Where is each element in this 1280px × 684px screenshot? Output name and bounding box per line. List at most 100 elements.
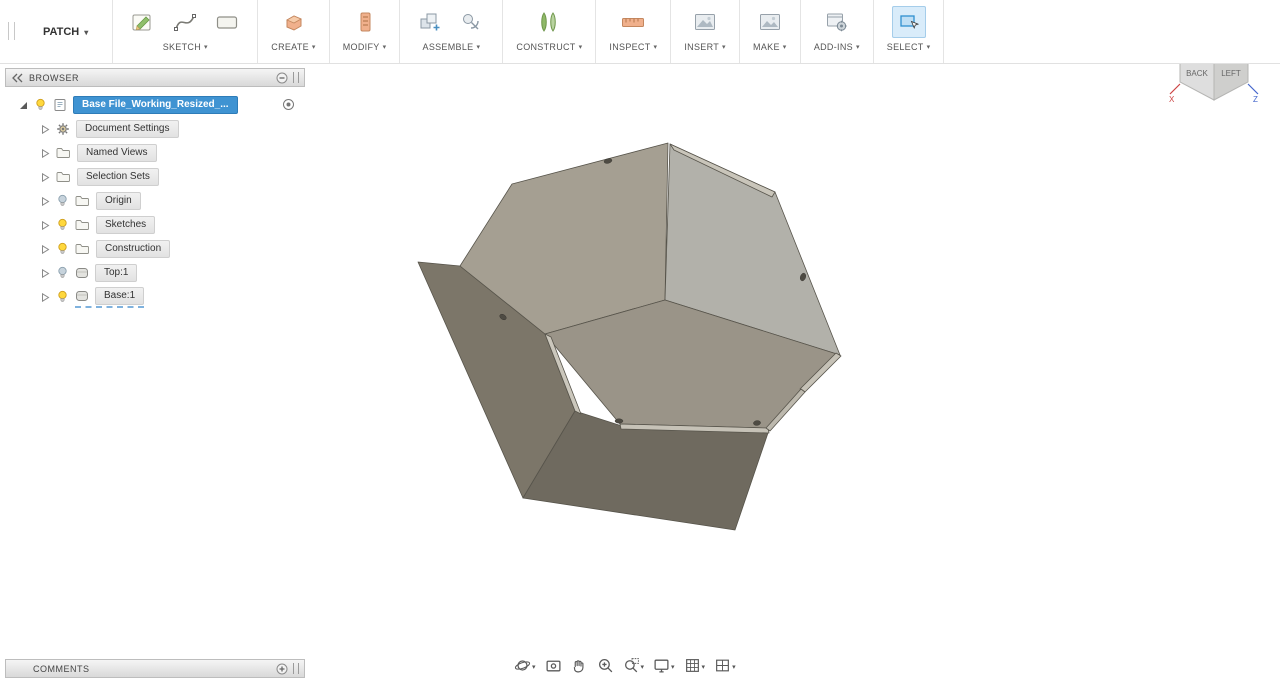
toolbar-group-label-assemble[interactable]: ASSEMBLE <box>423 42 481 52</box>
expand-arrow-icon[interactable] <box>41 221 56 230</box>
add-ins-button[interactable] <box>820 6 854 38</box>
tree-item-label[interactable]: Named Views <box>77 144 157 162</box>
z-axis-line <box>1247 83 1259 95</box>
gear-icon <box>56 122 70 136</box>
expand-arrow-icon[interactable] <box>41 149 56 158</box>
make-button[interactable] <box>753 6 787 38</box>
press-pull-button[interactable] <box>348 6 382 38</box>
chevron-down-icon[interactable] <box>731 656 736 674</box>
comments-header[interactable]: COMMENTS <box>5 659 305 678</box>
spline-icon <box>174 14 197 31</box>
toolbar-group-modify: MODIFY <box>330 0 401 63</box>
tree-row-base-1[interactable]: Base:1 <box>5 285 305 309</box>
dodecahedron-model[interactable] <box>417 142 842 531</box>
make-icon <box>759 14 780 30</box>
toolbar-grip[interactable] <box>8 22 15 40</box>
workspace-selector[interactable]: PATCH <box>21 0 114 63</box>
insert-canvas-button[interactable] <box>688 6 722 38</box>
expand-arrow-icon[interactable] <box>41 269 56 278</box>
activate-component-radio[interactable] <box>282 98 295 116</box>
pan-button[interactable] <box>569 656 590 675</box>
zoom-window-icon <box>624 657 639 672</box>
viewcube-left-label: LEFT <box>1221 69 1241 78</box>
joint-icon <box>463 14 480 30</box>
visibility-bulb-icon[interactable] <box>34 98 47 112</box>
zoom-button[interactable] <box>595 656 616 675</box>
spline-tool-button[interactable] <box>168 6 202 38</box>
tree-item-label[interactable]: Base:1 <box>95 286 145 305</box>
expand-arrow-icon[interactable] <box>41 197 56 206</box>
tree-row-construction[interactable]: Construction <box>5 237 305 261</box>
tree-row-origin[interactable]: Origin <box>5 189 305 213</box>
extrude-icon <box>285 15 302 31</box>
press-pull-icon <box>360 12 371 32</box>
select-button[interactable] <box>891 6 926 38</box>
panel-grip[interactable] <box>293 663 299 674</box>
look-at-button[interactable] <box>543 656 564 675</box>
construct-plane-button[interactable] <box>532 6 566 38</box>
tree-row-selection-sets[interactable]: Selection Sets <box>5 165 305 189</box>
toolbar-group-label-addins[interactable]: ADD-INS <box>814 42 860 52</box>
rectangle-tool-button[interactable] <box>210 6 244 38</box>
folder-icon <box>75 195 90 207</box>
select-icon <box>899 15 919 30</box>
grid-display-button[interactable] <box>682 655 708 675</box>
toolbar-group-create: CREATE <box>258 0 330 63</box>
zoom-window-button[interactable] <box>621 655 647 675</box>
tree-item-label[interactable]: Selection Sets <box>77 168 159 186</box>
toolbar-group-addins: ADD-INS <box>801 0 874 63</box>
tree-item-label[interactable]: Construction <box>96 240 171 258</box>
panel-grip[interactable] <box>293 72 299 83</box>
toolbar-group-label-inspect[interactable]: INSPECT <box>609 42 657 52</box>
navigation-toolbar <box>512 654 738 676</box>
viewports-button[interactable] <box>712 655 738 675</box>
expand-arrow-icon[interactable] <box>19 101 34 110</box>
toolbar-group-label-sketch[interactable]: SKETCH <box>163 42 208 52</box>
chevron-down-icon[interactable] <box>701 656 706 674</box>
tree-row-document-settings[interactable]: Document Settings <box>5 117 305 141</box>
expand-arrow-icon[interactable] <box>41 125 56 134</box>
toolbar-group-label-construct[interactable]: CONSTRUCT <box>516 42 582 52</box>
new-component-button[interactable] <box>413 6 447 38</box>
chevron-down-icon[interactable] <box>640 656 645 674</box>
root-component-label[interactable]: Base File_Working_Resized_... <box>73 96 238 114</box>
toolbar-group-label-create[interactable]: CREATE <box>271 42 315 52</box>
toolbar-group-label-make[interactable]: MAKE <box>753 42 787 52</box>
expand-panel-icon[interactable] <box>276 663 288 675</box>
display-settings-button[interactable] <box>651 655 677 675</box>
tree-item-label[interactable]: Sketches <box>96 216 156 234</box>
expand-arrow-icon[interactable] <box>41 293 56 302</box>
joint-button[interactable] <box>455 6 489 38</box>
tree-row-top-1[interactable]: Top:1 <box>5 261 305 285</box>
toolbar-group-insert: INSERT <box>671 0 740 63</box>
tree-row-sketches[interactable]: Sketches <box>5 213 305 237</box>
tree-row-root-component[interactable]: Base File_Working_Resized_... <box>5 93 305 117</box>
tree-item-label[interactable]: Document Settings <box>76 120 179 138</box>
toolbar-group-label-select[interactable]: SELECT <box>887 42 931 52</box>
minimize-panel-icon[interactable] <box>276 72 288 84</box>
visibility-bulb-icon[interactable] <box>56 290 69 304</box>
visibility-bulb-icon[interactable] <box>56 194 69 208</box>
expand-arrow-icon[interactable] <box>41 245 56 254</box>
chevron-down-icon[interactable] <box>531 656 536 674</box>
visibility-bulb-icon[interactable] <box>56 266 69 280</box>
zoom-icon <box>598 658 612 672</box>
browser-header[interactable]: BROWSER <box>5 68 305 87</box>
tree-row-named-views[interactable]: Named Views <box>5 141 305 165</box>
extrude-button[interactable] <box>277 6 311 38</box>
toolbar-group-label-modify[interactable]: MODIFY <box>343 42 387 52</box>
tree-item-label[interactable]: Origin <box>96 192 141 210</box>
visibility-bulb-icon[interactable] <box>56 218 69 232</box>
create-sketch-button[interactable] <box>126 6 160 38</box>
z-axis-label: Z <box>1253 95 1258 104</box>
toolbar-group-sketch: SKETCH <box>113 0 259 63</box>
body-icon <box>75 290 89 302</box>
expand-arrow-icon[interactable] <box>41 173 56 182</box>
toolbar-group-label-insert[interactable]: INSERT <box>684 42 725 52</box>
chevron-down-icon[interactable] <box>670 656 675 674</box>
tree-item-label[interactable]: Top:1 <box>95 264 138 282</box>
collapse-panel-icon[interactable] <box>11 73 23 83</box>
measure-button[interactable] <box>616 6 650 38</box>
visibility-bulb-icon[interactable] <box>56 242 69 256</box>
orbit-button[interactable] <box>512 655 538 675</box>
